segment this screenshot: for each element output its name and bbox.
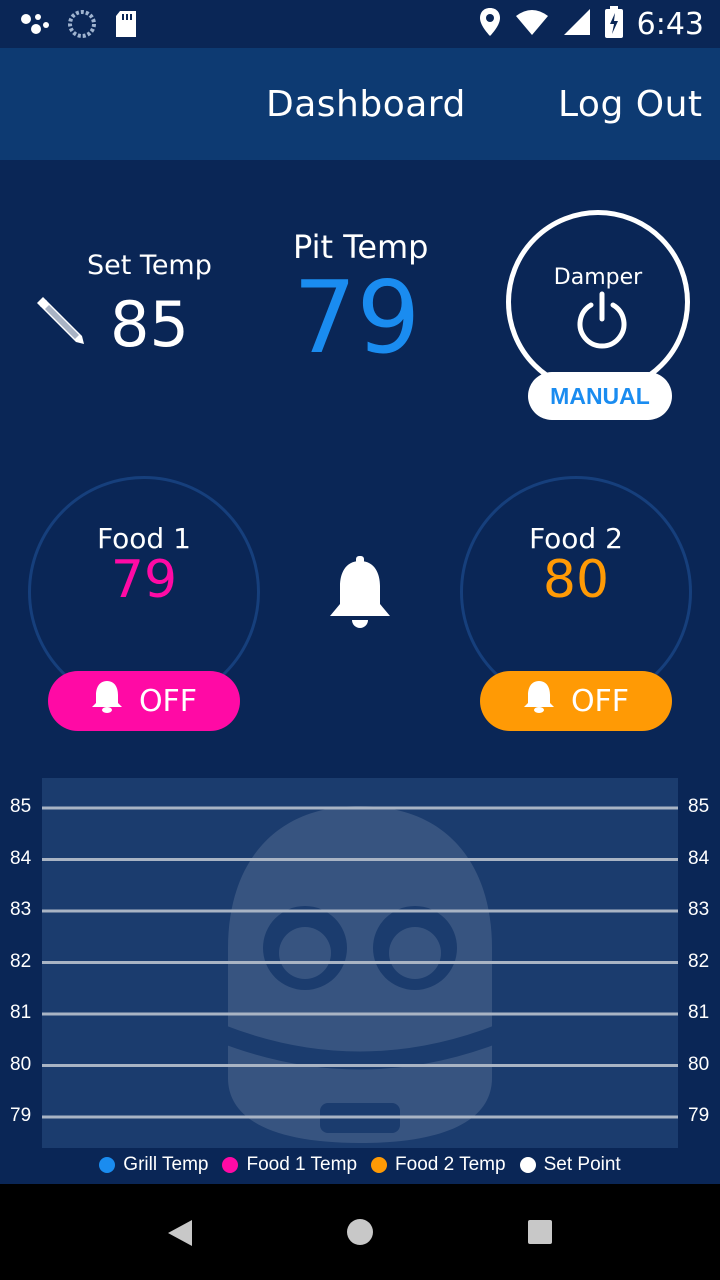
y-tick-label: 79: [10, 1105, 32, 1126]
bell-icon: [91, 679, 123, 723]
chart-grid: [42, 806, 678, 1119]
sync-icon: [68, 10, 96, 43]
damper-control[interactable]: Damper: [506, 210, 690, 394]
legend-item: Food 2 Temp: [371, 1154, 506, 1176]
logout-link[interactable]: Log Out: [558, 84, 703, 125]
legend-label: Grill Temp: [123, 1154, 209, 1175]
food2-alarm-state: OFF: [570, 683, 630, 719]
legend-item: Set Point: [519, 1154, 621, 1176]
assistant-icon: [20, 11, 50, 42]
y-tick-label: 83: [10, 899, 32, 920]
back-icon[interactable]: [166, 1218, 194, 1253]
y-tick-label: 81: [10, 1002, 32, 1023]
battery-charging-icon: [604, 6, 623, 43]
y-tick-label: 84: [10, 847, 32, 869]
y-tick-label: 82: [688, 950, 710, 972]
alarm-bell-icon[interactable]: [328, 556, 392, 635]
legend-dot: [519, 1157, 536, 1173]
power-icon: [573, 291, 631, 354]
legend-dot: [371, 1157, 388, 1173]
set-temp-label: Set Temp: [87, 250, 212, 281]
food1-alarm-button[interactable]: OFF: [48, 671, 240, 731]
legend-label: Food 1 Temp: [246, 1154, 358, 1175]
y-tick-label: 79: [688, 1105, 710, 1126]
signal-icon: [563, 8, 591, 41]
home-icon[interactable]: [346, 1218, 374, 1251]
temperature-chart: [42, 778, 678, 1148]
legend-dot: [99, 1157, 116, 1173]
y-tick-label: 84: [688, 847, 710, 869]
legend-item: Grill Temp: [99, 1154, 208, 1176]
food2-alarm-button[interactable]: OFF: [480, 671, 672, 731]
y-tick-label: 80: [688, 1053, 710, 1075]
status-time: 6:43: [636, 7, 704, 42]
status-bar: 6:43: [0, 0, 720, 48]
y-tick-label: 83: [688, 899, 710, 920]
food1-alarm-state: OFF: [138, 683, 198, 719]
wifi-icon: [515, 8, 549, 41]
set-temp-value[interactable]: 85: [110, 288, 189, 361]
system-nav-bar: [0, 1184, 720, 1280]
legend-dot: [222, 1157, 239, 1173]
y-tick-label: 85: [688, 796, 710, 817]
y-tick-label: 85: [10, 796, 32, 817]
y-tick-label: 80: [10, 1053, 32, 1075]
edit-pencil-icon[interactable]: [32, 294, 86, 353]
pit-temp-value: 79: [293, 259, 421, 376]
legend-label: Food 2 Temp: [395, 1154, 506, 1175]
location-icon: [479, 7, 501, 42]
chart-legend: Grill Temp Food 1 Temp Food 2 Temp Set P…: [0, 1150, 720, 1180]
app-header: Dashboard Log Out: [0, 48, 720, 160]
sd-card-icon: [114, 10, 138, 43]
food2-value: 80: [542, 550, 610, 610]
y-tick-label: 81: [688, 1002, 710, 1023]
legend-label: Set Point: [543, 1154, 621, 1175]
recents-icon[interactable]: [527, 1219, 553, 1250]
damper-mode-button[interactable]: MANUAL: [528, 372, 672, 420]
y-tick-label: 82: [10, 950, 32, 972]
food1-value: 79: [110, 550, 178, 610]
dashboard-link[interactable]: Dashboard: [266, 84, 466, 125]
legend-item: Food 1 Temp: [222, 1154, 357, 1176]
bell-icon: [523, 679, 555, 723]
damper-label: Damper: [553, 265, 643, 290]
